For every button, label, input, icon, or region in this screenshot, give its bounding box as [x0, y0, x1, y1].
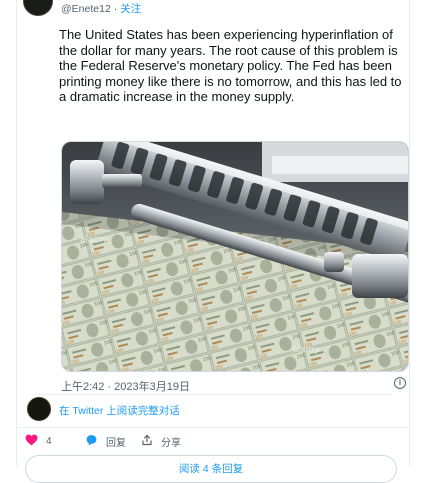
tweet-text: The United States has been experiencing …	[59, 27, 402, 105]
reply-icon	[85, 434, 98, 449]
tweet-timestamp[interactable]: 上午2:42 · 2023年3月19日	[61, 378, 190, 394]
share-button[interactable]: 分享	[141, 434, 181, 449]
tweet-actions: 4 回复 分享	[25, 434, 405, 450]
tweet-media-image[interactable]: 100 100	[61, 141, 409, 372]
image-watermark-2: alamy	[292, 345, 320, 355]
follow-link[interactable]: 关注	[120, 3, 141, 15]
reply-label: 回复	[106, 438, 126, 449]
share-icon	[141, 434, 153, 449]
reply-button[interactable]: 回复	[85, 434, 126, 449]
tweet-card: @Enete12 · 关注 The United States has been…	[16, 0, 410, 483]
read-replies-button[interactable]: 阅读 4 条回复	[25, 455, 397, 483]
share-label: 分享	[161, 438, 181, 449]
image-watermark: alamy	[80, 235, 108, 245]
handle-separator: ·	[113, 3, 118, 15]
divider	[33, 394, 393, 395]
read-full-conversation-link[interactable]: 在 Twitter 上阅读完整对话	[59, 403, 180, 418]
divider	[17, 427, 409, 428]
author-handle[interactable]: @Enete12	[61, 3, 111, 15]
info-icon[interactable]: i	[394, 377, 406, 389]
heart-icon	[25, 434, 38, 449]
money-printing-press-image: 100 100	[62, 142, 408, 371]
like-button[interactable]: 4	[25, 434, 52, 449]
author-avatar[interactable]	[23, 0, 53, 16]
like-count: 4	[46, 436, 52, 447]
conversation-avatar[interactable]	[27, 397, 51, 421]
author-handle-row: @Enete12 · 关注	[61, 1, 141, 16]
